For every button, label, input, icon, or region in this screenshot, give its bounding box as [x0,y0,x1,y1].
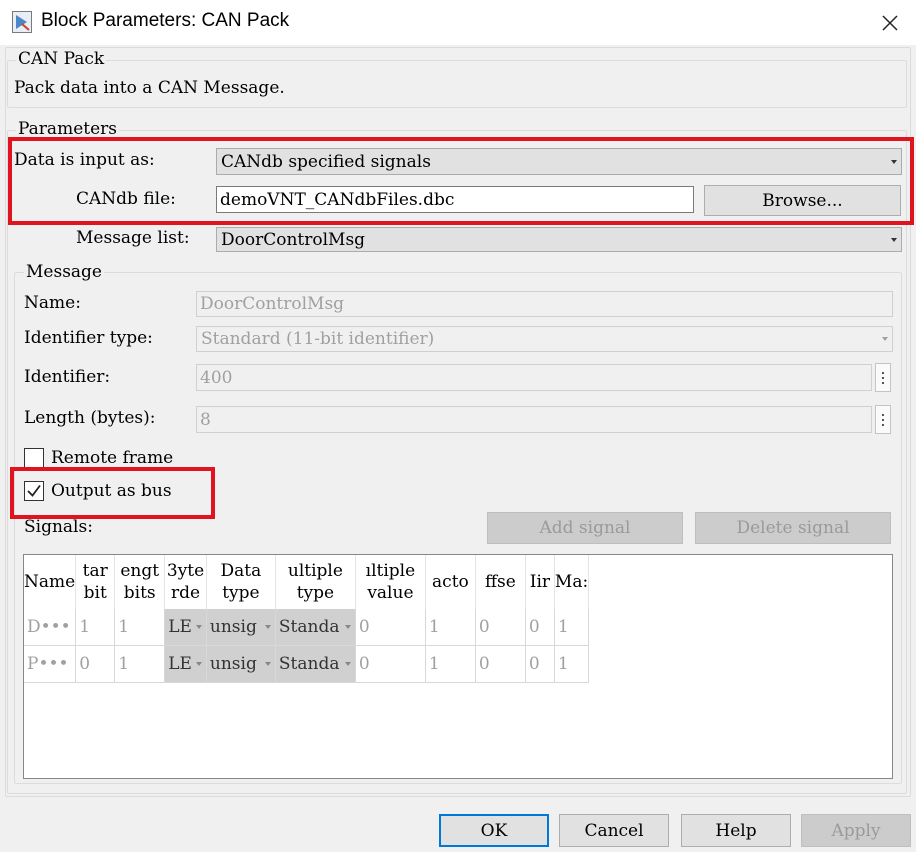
simulink-app-icon [12,11,32,33]
identifier-value: 400 [200,368,232,388]
cell-length-bits[interactable]: 1 [115,646,165,683]
chevron-down-icon [882,337,888,341]
cell-data-type-select[interactable]: unsig [206,646,275,683]
name-label: Name: [24,293,81,313]
name-field: DoorControlMsg [196,291,893,317]
col-header-byte-order[interactable]: 3yte rde [165,555,207,609]
cell-data-type-select[interactable]: unsig [206,609,275,646]
col-header-multiplex-value[interactable]: ıltiple value [355,555,425,609]
signals-grid: Name tar bit engt bits 3yte rde Data typ… [24,555,589,683]
description-legend: CAN Pack [16,49,106,69]
message-legend: Message [24,262,104,282]
highlight-box-data-input [8,137,914,225]
highlight-box-output-bus [10,467,215,519]
cell-multiplex-value[interactable]: 0 [355,609,425,646]
remote-frame-checkbox[interactable] [24,448,44,468]
apply-button[interactable]: Apply [801,814,911,847]
chevron-down-icon [891,238,897,242]
cell-start-bit[interactable]: 1 [76,609,115,646]
length-field: 8 [196,406,872,433]
table-row[interactable]: P••• 0 1 LE unsig Standa 0 1 0 0 1 [24,646,589,683]
cell-offset[interactable]: 0 [475,646,525,683]
message-list-label: Message list: [76,228,190,248]
cell-byte-order-select[interactable]: LE [165,646,207,683]
cell-min[interactable]: 0 [525,609,554,646]
col-header-min[interactable]: Iir [525,555,554,609]
delete-signal-button[interactable]: Delete signal [695,512,891,544]
length-more-icon[interactable] [875,405,891,434]
col-header-start-bit[interactable]: tar bit [76,555,115,609]
name-value: DoorControlMsg [200,294,344,314]
cell-name[interactable]: P••• [24,646,76,683]
message-list-select[interactable]: DoorControlMsg [216,227,902,252]
cell-multiplex-type-select[interactable]: Standa [275,609,355,646]
cell-max[interactable]: 1 [554,609,588,646]
cell-byte-order-select[interactable]: LE [165,609,207,646]
cell-name[interactable]: D••• [24,609,76,646]
col-header-data-type[interactable]: Data type [206,555,275,609]
table-row[interactable]: D••• 1 1 LE unsig Standa 0 1 0 0 1 [24,609,589,646]
col-header-length-bits[interactable]: engt bits [115,555,165,609]
signals-label: Signals: [24,517,93,537]
cell-factor[interactable]: 1 [425,609,475,646]
window-title: Block Parameters: CAN Pack [41,10,289,32]
cell-multiplex-type-select[interactable]: Standa [275,646,355,683]
identifier-type-label: Identifier type: [24,328,153,348]
cell-offset[interactable]: 0 [475,609,525,646]
identifier-label: Identifier: [24,367,110,387]
col-header-factor[interactable]: acto [425,555,475,609]
parameters-legend: Parameters [16,119,119,139]
cell-length-bits[interactable]: 1 [115,609,165,646]
cell-factor[interactable]: 1 [425,646,475,683]
cancel-button[interactable]: Cancel [559,814,669,847]
length-value: 8 [200,410,211,430]
signals-table: Name tar bit engt bits 3yte rde Data typ… [23,554,893,779]
remote-frame-label: Remote frame [51,448,173,468]
col-header-offset[interactable]: ffse [475,555,525,609]
signals-header-row: Name tar bit engt bits 3yte rde Data typ… [24,555,589,609]
description-text: Pack data into a CAN Message. [14,78,285,98]
ok-button[interactable]: OK [439,814,549,847]
help-button[interactable]: Help [681,814,791,847]
message-list-value: DoorControlMsg [221,230,365,250]
add-signal-button[interactable]: Add signal [487,512,683,544]
identifier-more-icon[interactable] [875,363,891,392]
identifier-field: 400 [196,364,872,391]
col-header-name[interactable]: Name [24,555,76,609]
length-label: Length (bytes): [24,408,155,428]
identifier-type-select: Standard (11-bit identifier) [196,326,893,352]
cell-min[interactable]: 0 [525,646,554,683]
cell-max[interactable]: 1 [554,646,588,683]
col-header-max[interactable]: Ma: [554,555,588,609]
identifier-type-value: Standard (11-bit identifier) [201,329,434,349]
col-header-multiplex-type[interactable]: ultiple type [275,555,355,609]
cell-multiplex-value[interactable]: 0 [355,646,425,683]
close-icon[interactable] [872,6,908,39]
cell-start-bit[interactable]: 0 [76,646,115,683]
